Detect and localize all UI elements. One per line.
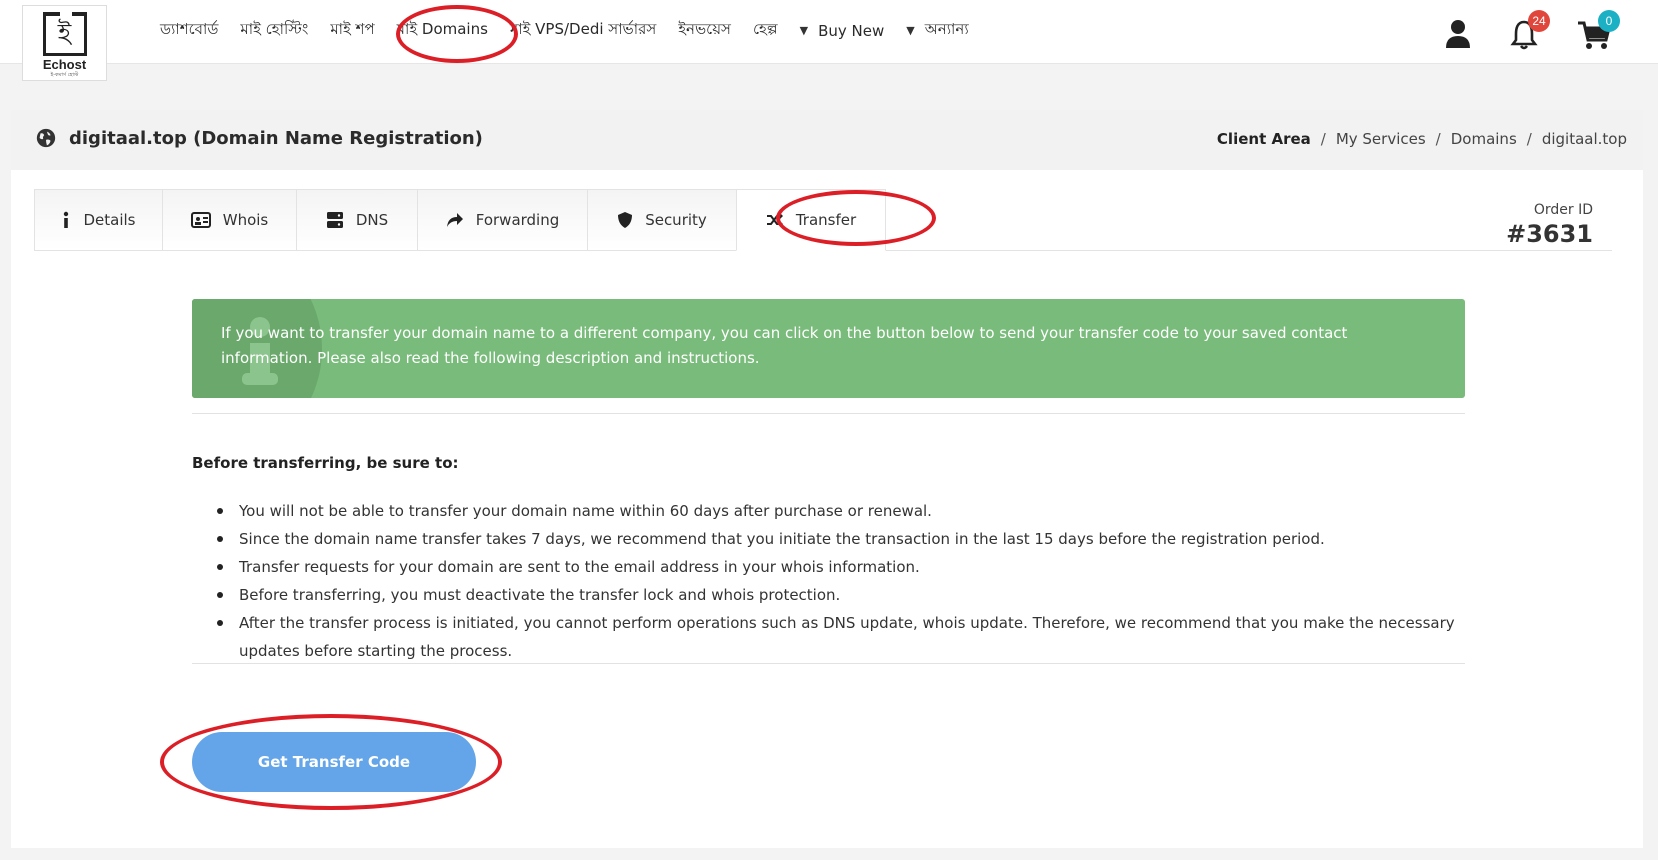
instructions-list: You will not be able to transfer your do… xyxy=(217,497,1465,665)
domain-tabs: Details Whois DNS Forwarding Security Tr… xyxy=(34,189,886,251)
others-label: অন্যান্য xyxy=(924,20,969,38)
nav-item-invoices[interactable]: ইনভয়েস xyxy=(678,18,731,43)
alert-text: If you want to transfer your domain name… xyxy=(221,324,1348,367)
nav-item-my-vps[interactable]: মাই VPS/Dedi সার্ভারস xyxy=(510,18,656,43)
tab-details[interactable]: Details xyxy=(34,189,162,251)
notification-count-badge: 24 xyxy=(1528,10,1550,32)
breadcrumb-client-area[interactable]: Client Area xyxy=(1217,130,1311,148)
tab-label: Transfer xyxy=(795,211,857,229)
nav-item-buy-new[interactable]: ▼ Buy New xyxy=(800,22,885,40)
id-card-icon xyxy=(190,212,211,228)
logo-mark-icon: ই xyxy=(42,10,87,56)
order-id: Order ID #3631 xyxy=(1506,202,1593,248)
header-icons: 24 0 xyxy=(1438,10,1658,54)
tab-label: Security xyxy=(645,211,707,229)
list-item: Before transferring, you must deactivate… xyxy=(217,581,1465,609)
tab-dns[interactable]: DNS xyxy=(296,189,417,251)
list-item: Since the domain name transfer takes 7 d… xyxy=(217,525,1465,553)
domain-card: digitaal.top (Domain Name Registration) … xyxy=(11,110,1643,848)
globe-icon xyxy=(36,128,56,148)
order-id-number: #3631 xyxy=(1506,220,1593,248)
breadcrumb-domains[interactable]: Domains xyxy=(1451,130,1517,148)
tab-transfer[interactable]: Transfer xyxy=(736,189,886,251)
list-item: You will not be able to transfer your do… xyxy=(217,497,1465,525)
shuffle-icon xyxy=(766,213,783,227)
tab-label: Details xyxy=(83,211,136,229)
breadcrumb-current: digitaal.top xyxy=(1541,130,1627,148)
tab-label: Forwarding xyxy=(475,211,560,229)
bell-icon[interactable]: 24 xyxy=(1504,10,1550,54)
tab-label: DNS xyxy=(355,211,389,229)
nav-item-my-domains[interactable]: মাই Domains xyxy=(397,18,488,43)
info-icon xyxy=(64,211,69,228)
breadcrumb-separator: / xyxy=(1320,130,1326,148)
list-item: Transfer requests for your domain are se… xyxy=(217,553,1465,581)
breadcrumb: Client Area / My Services / Domains / di… xyxy=(1217,130,1627,148)
main-nav: ড্যাশবোর্ড মাই হোস্টিং মাই শপ মাই Domain… xyxy=(160,18,991,43)
info-alert: If you want to transfer your domain name… xyxy=(192,299,1465,398)
tab-whois[interactable]: Whois xyxy=(162,189,296,251)
page-title-text: digitaal.top (Domain Name Registration) xyxy=(69,127,483,149)
top-navbar: ড্যাশবোর্ড মাই হোস্টিং মাই শপ মাই Domain… xyxy=(0,0,1658,64)
cart-icon[interactable]: 0 xyxy=(1574,10,1620,54)
user-icon[interactable] xyxy=(1438,14,1478,54)
list-item: After the transfer process is initiated,… xyxy=(217,609,1465,665)
tab-forwarding[interactable]: Forwarding xyxy=(417,189,587,251)
nav-item-help[interactable]: হেল্প xyxy=(753,18,778,43)
get-transfer-code-button[interactable]: Get Transfer Code xyxy=(192,732,476,792)
page-title: digitaal.top (Domain Name Registration) xyxy=(35,127,483,149)
card-header: digitaal.top (Domain Name Registration) … xyxy=(11,110,1643,170)
logo-tagline: ই-কমার্স হোস্ট xyxy=(50,72,79,78)
breadcrumb-separator: / xyxy=(1435,130,1441,148)
cart-count-badge: 0 xyxy=(1598,10,1620,32)
nav-item-others[interactable]: ▼ অন্যান্য xyxy=(906,18,968,43)
divider xyxy=(192,663,1465,664)
nav-item-my-shop[interactable]: মাই শপ xyxy=(330,18,374,43)
buy-new-label: Buy New xyxy=(818,21,885,40)
shield-icon xyxy=(618,212,633,228)
tab-security[interactable]: Security xyxy=(587,189,736,251)
divider xyxy=(192,413,1465,414)
server-icon xyxy=(326,212,343,228)
breadcrumb-separator: / xyxy=(1526,130,1532,148)
logo-name: Echost xyxy=(42,57,87,72)
tab-label: Whois xyxy=(222,211,269,229)
instructions-title: Before transferring, be sure to: xyxy=(192,454,459,472)
caret-down-icon: ▼ xyxy=(799,24,809,37)
breadcrumb-my-services[interactable]: My Services xyxy=(1336,130,1426,148)
share-arrow-icon xyxy=(446,213,463,227)
caret-down-icon: ▼ xyxy=(906,24,915,37)
nav-item-dashboard[interactable]: ড্যাশবোর্ড xyxy=(160,18,218,43)
order-id-label: Order ID xyxy=(1533,202,1593,218)
nav-item-my-hosting[interactable]: মাই হোস্টিং xyxy=(240,18,308,43)
echost-logo[interactable]: ই Echost ই-কমার্স হোস্ট xyxy=(22,5,107,81)
